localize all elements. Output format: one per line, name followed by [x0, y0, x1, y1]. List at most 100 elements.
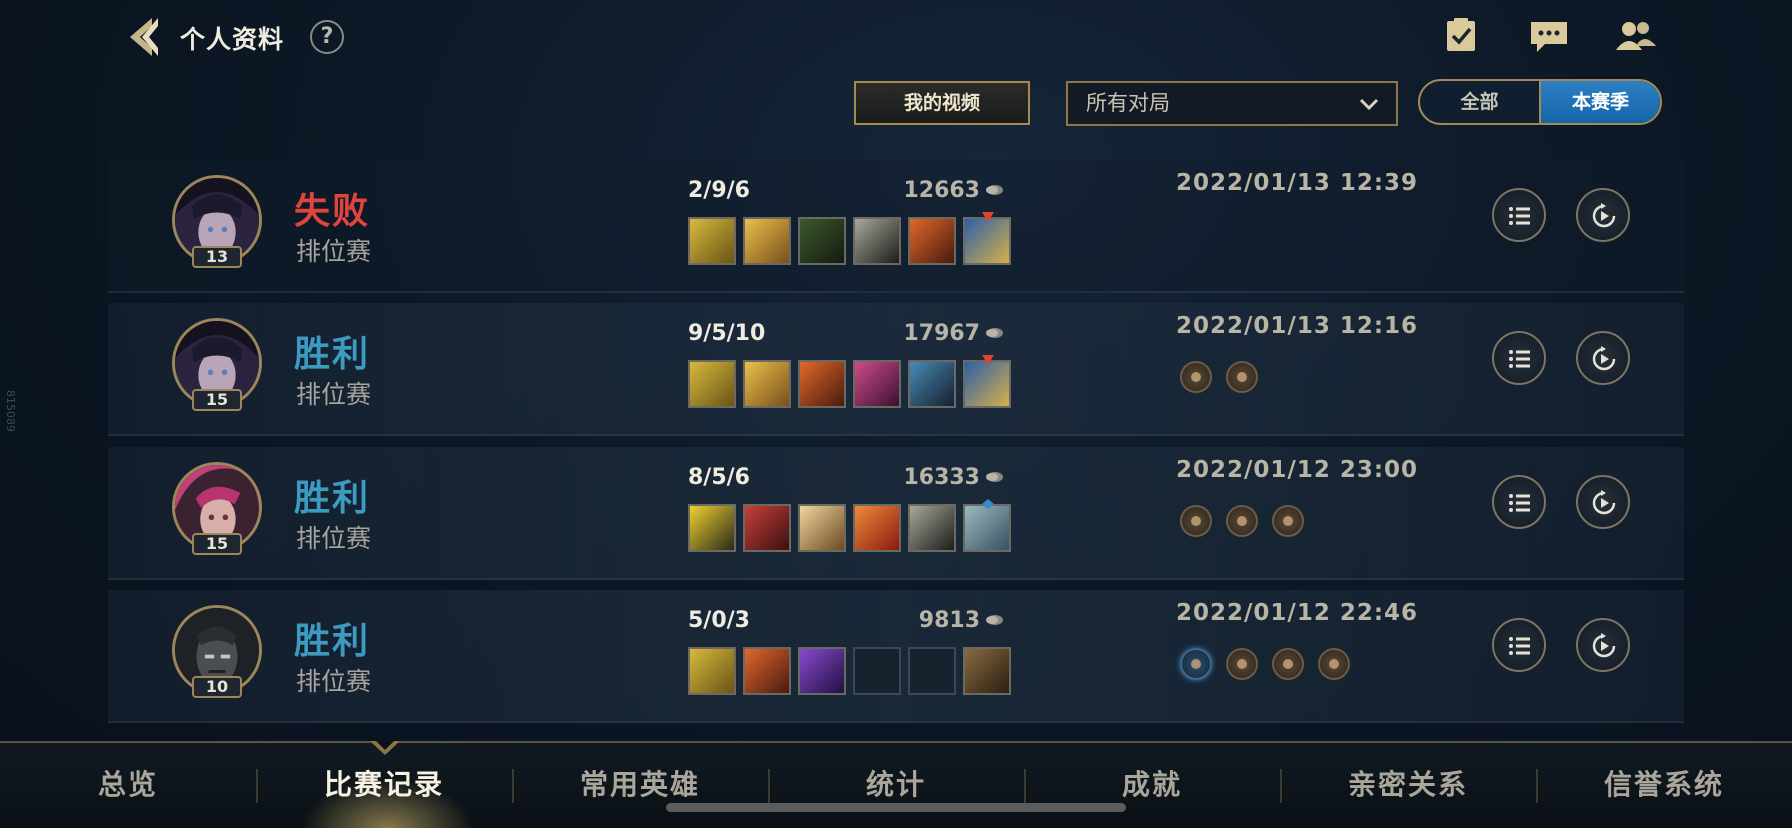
item-icon[interactable]: [688, 647, 736, 695]
friends-icon[interactable]: [1614, 16, 1658, 56]
achievement-badge-icon[interactable]: [1180, 361, 1212, 393]
item-build: [688, 355, 1011, 408]
match-filter-dropdown[interactable]: 所有对局: [1066, 81, 1398, 126]
champion-level: 15: [192, 533, 242, 555]
match-details-button[interactable]: [1492, 475, 1546, 529]
home-indicator[interactable]: [666, 803, 1126, 812]
achievement-badge-icon[interactable]: [1226, 361, 1258, 393]
tab-match-history[interactable]: 比赛记录: [294, 763, 474, 803]
toggle-this-season-option[interactable]: 本赛季: [1539, 81, 1660, 123]
item-icon[interactable]: [688, 217, 736, 265]
item-icon[interactable]: [743, 504, 791, 552]
chat-bubble-icon[interactable]: [1527, 16, 1571, 56]
tab-divider: [768, 769, 770, 803]
match-result: 胜利: [294, 621, 371, 662]
item-icon[interactable]: [743, 647, 791, 695]
champion-level: 10: [192, 676, 242, 698]
item-icon[interactable]: [908, 217, 956, 265]
tab-statistics[interactable]: 统计: [806, 763, 986, 803]
match-row[interactable]: 15 胜利 排位赛 9/5/10 17967 2022/01/13 12:16: [108, 303, 1684, 436]
back-arrow-icon[interactable]: [122, 14, 168, 60]
list-icon: [1509, 350, 1530, 368]
kda: 8/5/6: [688, 465, 750, 490]
gold-earned: 9813: [880, 608, 1004, 633]
boots-item-icon[interactable]: [963, 647, 1011, 695]
ward-item-icon[interactable]: [963, 355, 1011, 408]
toggle-all-option[interactable]: 全部: [1420, 81, 1539, 123]
clipboard-check-icon[interactable]: [1440, 16, 1484, 56]
empty-item-slot: [853, 647, 901, 695]
item-icon[interactable]: [688, 360, 736, 408]
match-replay-button[interactable]: [1576, 331, 1630, 385]
tab-honor-system[interactable]: 信誉系统: [1574, 763, 1754, 803]
replay-icon: [1592, 203, 1616, 228]
help-icon[interactable]: ?: [310, 20, 344, 54]
item-icon[interactable]: [743, 360, 791, 408]
match-filter-value: 所有对局: [1086, 91, 1170, 115]
game-mode: 排位赛: [296, 667, 372, 696]
list-icon: [1509, 637, 1530, 655]
item-icon[interactable]: [798, 504, 846, 552]
kda: 2/9/6: [688, 178, 750, 203]
item-icon[interactable]: [798, 217, 846, 265]
match-result: 胜利: [294, 334, 371, 375]
item-icon[interactable]: [743, 217, 791, 265]
list-icon: [1509, 494, 1530, 512]
tab-divider: [512, 769, 514, 803]
active-tab-caret-icon: [370, 741, 400, 755]
item-icon[interactable]: [688, 504, 736, 552]
achievement-badges: [1180, 361, 1258, 393]
tab-divider: [1280, 769, 1282, 803]
item-icon[interactable]: [908, 504, 956, 552]
replay-icon: [1592, 346, 1616, 371]
match-result: 胜利: [294, 478, 371, 519]
item-icon[interactable]: [853, 217, 901, 265]
tab-divider: [1024, 769, 1026, 803]
achievement-badge-icon[interactable]: [1318, 648, 1350, 680]
tab-relationships[interactable]: 亲密关系: [1318, 763, 1498, 803]
match-row[interactable]: 13 失败 排位赛 2/9/6 12663 2022/01/13 12:39: [108, 160, 1684, 293]
ward-item-icon[interactable]: [963, 212, 1011, 265]
game-mode: 排位赛: [296, 237, 372, 266]
match-replay-button[interactable]: [1576, 618, 1630, 672]
match-details-button[interactable]: [1492, 188, 1546, 242]
my-videos-button[interactable]: 我的视频: [854, 81, 1030, 125]
tab-favorite-champions[interactable]: 常用英雄: [550, 763, 730, 803]
match-row[interactable]: 15 胜利 排位赛 8/5/6 16333 2022/01/12 23:00: [108, 447, 1684, 580]
match-row[interactable]: 10 胜利 排位赛 5/0/3 9813 2022/01/12 22:46: [108, 590, 1684, 723]
achievement-badge-icon[interactable]: [1226, 505, 1258, 537]
item-icon[interactable]: [798, 647, 846, 695]
match-replay-button[interactable]: [1576, 188, 1630, 242]
achievement-badge-icon[interactable]: [1272, 648, 1304, 680]
match-replay-button[interactable]: [1576, 475, 1630, 529]
tab-overview[interactable]: 总览: [38, 763, 218, 803]
achievement-badge-icon[interactable]: [1180, 505, 1212, 537]
item-build: [688, 647, 1011, 695]
gold-icon: [986, 472, 1003, 482]
achievement-badge-icon[interactable]: [1180, 648, 1212, 680]
item-icon[interactable]: [908, 360, 956, 408]
ward-item-icon[interactable]: [963, 499, 1011, 552]
side-watermark: 815089: [4, 390, 17, 432]
item-icon[interactable]: [798, 360, 846, 408]
gold-value: 17967: [903, 321, 980, 346]
match-date: 2022/01/13 12:39: [1176, 170, 1419, 196]
match-details-button[interactable]: [1492, 331, 1546, 385]
achievement-badges: [1180, 505, 1304, 537]
gold-value: 12663: [903, 178, 980, 203]
gold-value: 9813: [918, 608, 980, 633]
item-icon[interactable]: [853, 504, 901, 552]
champion-level: 13: [192, 246, 242, 268]
tab-achievements[interactable]: 成就: [1062, 763, 1242, 803]
tab-divider: [256, 769, 258, 803]
item-icon[interactable]: [853, 360, 901, 408]
achievement-badge-icon[interactable]: [1272, 505, 1304, 537]
gold-earned: 17967: [880, 321, 1004, 346]
kda: 9/5/10: [688, 321, 766, 346]
season-toggle[interactable]: 全部 本赛季: [1418, 79, 1662, 125]
achievement-badge-icon[interactable]: [1226, 648, 1258, 680]
tab-divider: [1536, 769, 1538, 803]
game-mode: 排位赛: [296, 524, 372, 553]
match-details-button[interactable]: [1492, 618, 1546, 672]
match-date: 2022/01/13 12:16: [1176, 313, 1419, 339]
